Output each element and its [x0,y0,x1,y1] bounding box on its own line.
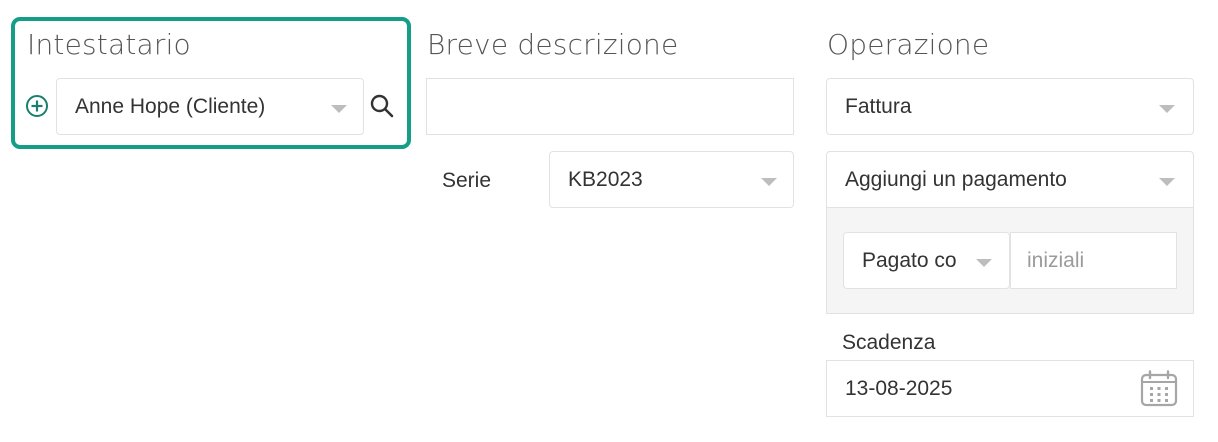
chevron-down-icon [976,259,992,267]
client-select-value: Anne Hope (Cliente) [75,94,266,118]
client-select[interactable]: Anne Hope (Cliente) [56,78,364,135]
chevron-down-icon [761,178,777,186]
chevron-down-icon [1159,105,1175,113]
serie-select-value: KB2023 [568,167,643,191]
add-payment-value: Aggiungi un pagamento [845,167,1067,191]
scadenza-label: Scadenza [842,331,936,354]
chevron-down-icon [1159,178,1175,186]
initials-placeholder: iniziali [1027,248,1085,272]
plus-circle-icon[interactable] [25,94,49,118]
serie-label: Serie [442,169,492,192]
add-payment-select[interactable]: Aggiungi un pagamento [826,151,1194,208]
paid-with-value: Pagato co [862,248,957,272]
descrizione-title: Breve descrizione [427,28,679,61]
chevron-down-icon [331,105,347,113]
due-date-value: 13-08-2025 [845,376,953,400]
serie-select[interactable]: KB2023 [549,151,794,208]
description-input[interactable] [426,78,794,135]
paid-with-select[interactable]: Pagato co [843,232,1010,289]
operation-type-select[interactable]: Fattura [826,78,1194,135]
initials-input[interactable]: iniziali [1010,232,1177,289]
search-icon[interactable] [369,93,395,119]
due-date-input[interactable]: 13-08-2025 [826,360,1194,417]
calendar-icon[interactable] [1140,370,1178,408]
operazione-title: Operazione [827,28,990,61]
operation-type-value: Fattura [845,94,912,118]
intestatario-title: Intestatario [27,28,191,61]
